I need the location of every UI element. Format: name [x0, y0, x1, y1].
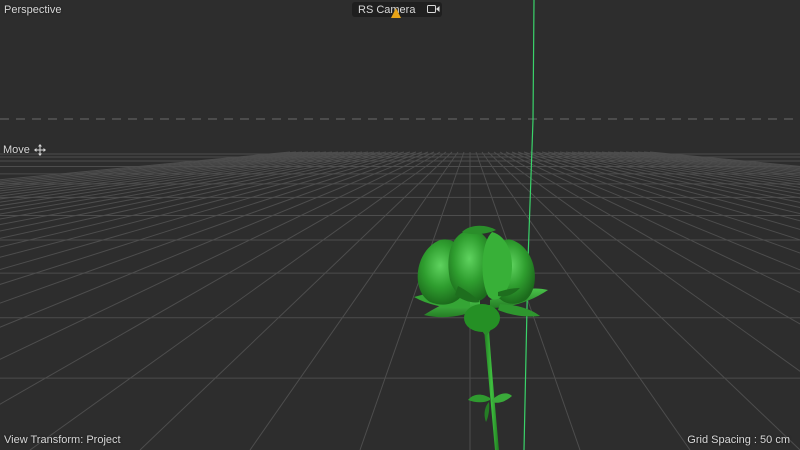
grid-line	[559, 151, 800, 199]
stem-leaf	[484, 402, 490, 422]
ground-grid	[0, 151, 800, 450]
grid-line	[0, 151, 315, 188]
grid-line	[0, 151, 309, 186]
grid-line	[583, 151, 800, 186]
grid-line	[0, 151, 303, 184]
grid-line	[541, 151, 800, 215]
grid-line	[0, 151, 441, 405]
view-name-label[interactable]: Perspective	[4, 3, 61, 17]
warning-icon	[391, 8, 401, 18]
grid-line	[523, 151, 800, 241]
flower-model[interactable]	[414, 225, 548, 450]
grid-line	[0, 151, 321, 190]
viewport-scene[interactable]	[0, 0, 800, 450]
grid-line	[0, 151, 345, 200]
grid-line	[0, 151, 369, 215]
grid-line	[553, 151, 800, 203]
camera-label: RS Camera	[358, 4, 416, 16]
grid-line	[577, 151, 800, 188]
sepal	[498, 304, 540, 317]
camera-selector[interactable]: RS Camera	[352, 2, 442, 18]
bloom-top	[462, 225, 496, 235]
move-icon	[33, 144, 46, 156]
flower-stem	[484, 330, 499, 450]
grid-spacing-label: Grid Spacing : 50 cm	[687, 434, 790, 446]
grid-line	[493, 151, 800, 372]
bloom-base	[464, 304, 500, 332]
stem-leaf	[492, 393, 512, 403]
camera-icon[interactable]	[427, 4, 440, 14]
active-tool[interactable]: Move	[3, 143, 46, 157]
grid-line	[511, 151, 800, 271]
grid-line	[0, 151, 429, 328]
grid-line	[499, 151, 800, 325]
active-tool-label: Move	[3, 144, 30, 156]
grid-line	[565, 151, 800, 195]
view-transform-label: View Transform: Project	[4, 434, 121, 446]
grid-line	[505, 151, 800, 293]
grid-line	[649, 151, 800, 167]
stem-leaf	[468, 394, 490, 403]
grid-line	[0, 151, 357, 207]
grid-line	[637, 151, 800, 170]
grid-line	[29, 151, 447, 450]
3d-viewport[interactable]: Perspective RS Camera Move View Transfor…	[0, 0, 800, 450]
grid-line	[595, 151, 800, 181]
grid-line	[643, 151, 800, 168]
